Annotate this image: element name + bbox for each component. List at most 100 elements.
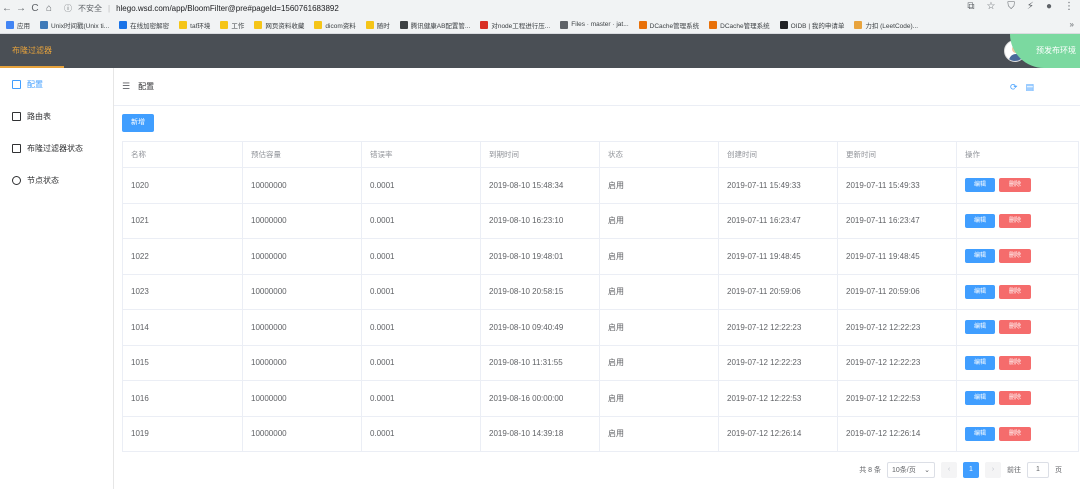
bookmark-label: 力扣 (LeetCode)... bbox=[865, 22, 919, 30]
bookmark-item[interactable]: OIDB | 我的申请单 bbox=[779, 20, 844, 30]
delete-button[interactable]: 删除 bbox=[999, 178, 1031, 193]
info-icon[interactable]: ⓘ bbox=[64, 3, 72, 14]
edit-button[interactable]: 编辑 bbox=[965, 391, 995, 406]
delete-button[interactable]: 删除 bbox=[999, 320, 1031, 335]
bookmark-item[interactable]: 应用 bbox=[6, 20, 30, 30]
table-cell: 2019-08-10 11:31:55 bbox=[480, 345, 600, 381]
actions-cell: 编辑 删除 bbox=[956, 167, 1079, 204]
bookmarks-bar: 应用 Unix时间戳(Unix ti... 在线加密解密 taf环境 工作 网页资料收藏 d… bbox=[0, 16, 1080, 34]
total-count: 共 8 条 bbox=[859, 467, 881, 474]
table-cell: 2019-07-12 12:22:23 bbox=[718, 309, 838, 346]
refresh-icon[interactable]: ⟳ bbox=[1010, 82, 1018, 93]
delete-button[interactable]: 删除 bbox=[999, 284, 1031, 299]
sidebar-item-label: 配置 bbox=[27, 79, 43, 89]
sidebar-item-label: 路由表 bbox=[27, 111, 51, 121]
bookmark-label: 腾讯健康AB配置管... bbox=[410, 22, 471, 30]
column-header: 操作 bbox=[956, 141, 1079, 168]
delete-button[interactable]: 删除 bbox=[999, 213, 1031, 228]
edit-button[interactable]: 编辑 bbox=[965, 249, 995, 264]
next-page-button[interactable]: › bbox=[985, 462, 1001, 478]
table-cell: 2019-08-10 20:58:15 bbox=[480, 274, 600, 310]
column-header: 到期时间 bbox=[480, 141, 600, 168]
reload-icon[interactable]: C bbox=[28, 3, 42, 14]
bookmark-item[interactable]: Files · master · jat... bbox=[560, 20, 629, 29]
edit-button[interactable]: 编辑 bbox=[965, 320, 995, 335]
bookmark-label: Unix时间戳(Unix ti... bbox=[51, 22, 110, 30]
extension-icon[interactable]: ⚡ bbox=[1027, 1, 1034, 12]
page-size-select[interactable]: 10条/页 ⌄ bbox=[887, 462, 935, 478]
table-cell: 2019-07-11 20:59:06 bbox=[837, 274, 957, 310]
table-cell: 2019-07-11 16:23:47 bbox=[718, 203, 838, 239]
column-header: 名称 bbox=[122, 141, 243, 168]
bookmark-item[interactable]: 网页资料收藏 bbox=[254, 20, 304, 30]
bookmark-label: 在线加密解密 bbox=[130, 22, 170, 30]
table-cell: 2019-08-10 16:23:10 bbox=[480, 203, 600, 239]
table-cell: 2019-07-11 16:23:47 bbox=[837, 203, 957, 239]
bookmark-item[interactable]: taf环境 bbox=[179, 20, 210, 30]
bookmark-item[interactable]: 力扣 (LeetCode)... bbox=[854, 20, 918, 30]
edit-button[interactable]: 编辑 bbox=[965, 178, 995, 193]
menu-icon[interactable]: ⋮ bbox=[1064, 1, 1074, 12]
app-title[interactable]: 布隆过滤器 bbox=[0, 34, 64, 68]
document-icon[interactable]: ▤ bbox=[1025, 82, 1034, 93]
bookmark-icon bbox=[560, 20, 569, 29]
bookmark-label: DCache管理系统 bbox=[649, 22, 700, 30]
bookmark-item[interactable]: Unix时间戳(Unix ti... bbox=[40, 20, 109, 30]
column-header: 状态 bbox=[599, 141, 719, 168]
bookmark-item[interactable]: dicom资料 bbox=[314, 20, 356, 30]
shield-icon[interactable]: ⛉ bbox=[1007, 1, 1015, 12]
bookmark-item[interactable]: DCache管理系统 bbox=[709, 20, 770, 30]
address-bar[interactable]: ⓘ 不安全 | hlego.wsd.com/app/BloomFilter@pr… bbox=[64, 3, 339, 14]
table-row: 1014 10000000 0.0001 2019-08-10 09:40:49 启用 2… bbox=[122, 309, 1079, 346]
profile-icon[interactable]: ● bbox=[1046, 1, 1052, 12]
goto-page-input[interactable]: 1 bbox=[1027, 462, 1049, 478]
bookmark-item[interactable]: DCache管理系统 bbox=[638, 20, 700, 30]
add-button[interactable]: 新增 bbox=[122, 114, 154, 132]
table-cell: 1022 bbox=[122, 238, 243, 275]
edit-button[interactable]: 编辑 bbox=[965, 284, 995, 299]
table-cell: 2019-07-11 15:49:33 bbox=[837, 167, 957, 204]
sidebar-item[interactable]: 布隆过滤器状态 bbox=[0, 132, 113, 164]
page-number-current[interactable]: 1 bbox=[963, 462, 979, 478]
edit-button[interactable]: 编辑 bbox=[965, 213, 995, 228]
table-cell: 2019-07-12 12:22:23 bbox=[837, 345, 957, 381]
browser-actions: ⧉ ☆ ⛉ ⚡ ● ⋮ bbox=[967, 1, 1074, 12]
sidebar-item[interactable]: 节点状态 bbox=[0, 164, 113, 196]
filter-settings-icon: ☰ bbox=[122, 81, 131, 91]
delete-button[interactable]: 删除 bbox=[999, 426, 1031, 441]
actions-cell: 编辑 删除 bbox=[956, 238, 1079, 275]
prev-page-button[interactable]: ‹ bbox=[941, 462, 957, 478]
home-icon[interactable]: ⌂ bbox=[42, 3, 56, 14]
bookmark-item[interactable]: 对node工程进行压... bbox=[480, 20, 550, 30]
back-icon[interactable]: ← bbox=[0, 3, 14, 14]
delete-button[interactable]: 删除 bbox=[999, 355, 1031, 370]
table-cell: 0.0001 bbox=[361, 274, 481, 310]
delete-button[interactable]: 删除 bbox=[999, 249, 1031, 264]
table-cell: 0.0001 bbox=[361, 380, 481, 417]
table-cell: 1020 bbox=[122, 167, 243, 204]
bookmark-star-icon[interactable]: ☆ bbox=[986, 1, 995, 12]
bookmark-item[interactable]: 在线加密解密 bbox=[119, 20, 169, 30]
table-cell: 10000000 bbox=[242, 380, 362, 417]
delete-button[interactable]: 删除 bbox=[999, 391, 1031, 406]
bookmarks-overflow-icon[interactable]: » bbox=[1070, 20, 1074, 29]
pagination: 共 8 条 10条/页 ⌄ ‹ 1 › 前往 1 页 bbox=[859, 462, 1062, 478]
translate-icon[interactable]: ⧉ bbox=[967, 1, 974, 12]
sidebar-item[interactable]: 配置 bbox=[0, 68, 113, 100]
main-content: ☰ 配置 ⟳ ▤ 新增 名称 预估容量 错误率 到期时间 状态 创建时间 更新时间 操作 10… bbox=[114, 68, 1080, 489]
bookmark-item[interactable]: 随时 bbox=[365, 20, 390, 30]
table-cell: 0.0001 bbox=[361, 345, 481, 381]
actions-cell: 编辑 删除 bbox=[956, 380, 1079, 417]
table-cell: 2019-07-11 19:48:45 bbox=[718, 238, 838, 275]
table-cell: 10000000 bbox=[242, 309, 362, 346]
bookmark-icon bbox=[119, 20, 128, 29]
bookmark-item[interactable]: 工作 bbox=[220, 20, 244, 30]
bookmark-item[interactable]: 腾讯健康AB配置管... bbox=[399, 20, 471, 30]
forward-icon[interactable]: → bbox=[14, 3, 28, 14]
url-text[interactable]: hlego.wsd.com/app/BloomFilter@pre#pageId… bbox=[116, 4, 339, 13]
edit-button[interactable]: 编辑 bbox=[965, 426, 995, 441]
edit-button[interactable]: 编辑 bbox=[965, 355, 995, 370]
environment-tag[interactable]: 预发布环境 bbox=[1010, 34, 1080, 68]
table-cell: 0.0001 bbox=[361, 203, 481, 239]
sidebar-item[interactable]: 路由表 bbox=[0, 100, 113, 132]
